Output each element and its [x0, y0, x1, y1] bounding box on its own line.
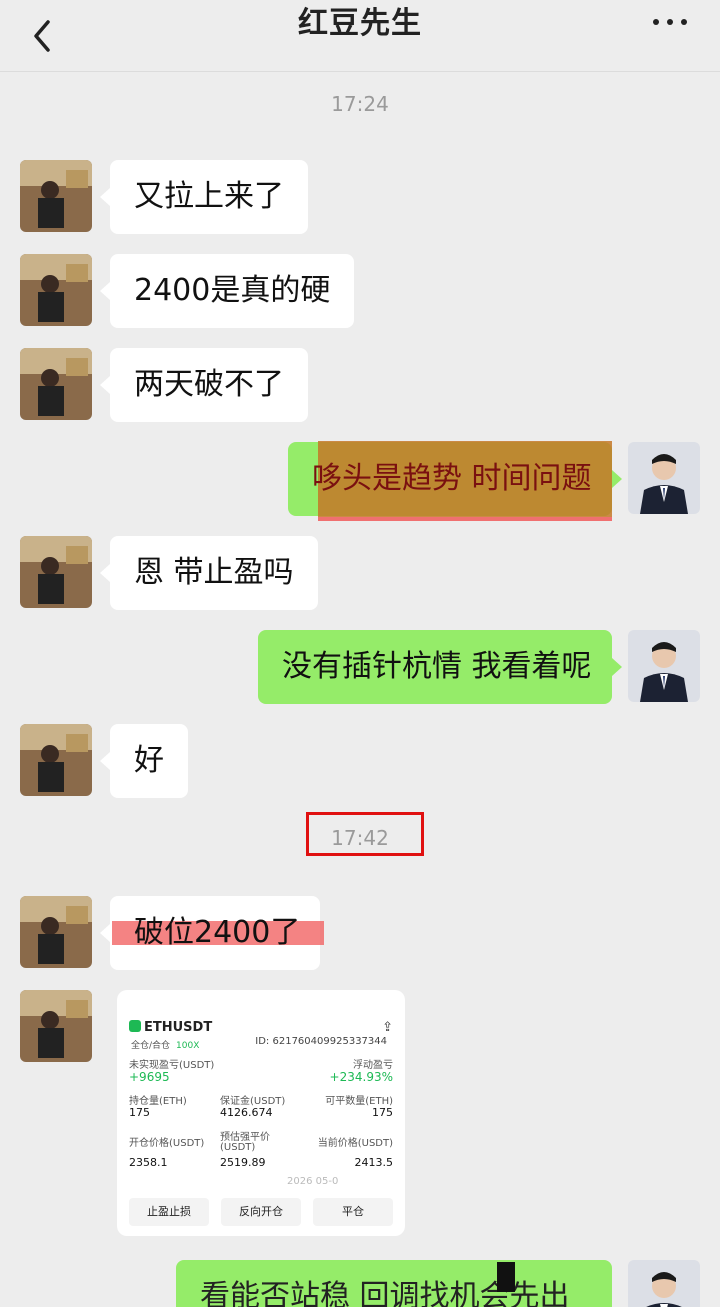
roe-value: +234.93% [329, 1070, 393, 1084]
open-price-value: 2358.1 [129, 1156, 168, 1169]
position-value: 175 [129, 1106, 150, 1119]
coin-icon [129, 1020, 141, 1032]
chat-header: 红豆先生 [0, 0, 720, 72]
user-avatar[interactable] [628, 1260, 700, 1307]
close-position-button[interactable]: 平仓 [313, 1198, 393, 1226]
trade-screenshot-card[interactable]: ETHUSDT ⇪ 全仓/合仓 100X ID: 6217604099253373… [117, 990, 405, 1236]
message-bubble-sent[interactable]: 没有插针杭情 我看着呢 [258, 630, 622, 704]
current-price-label: 当前价格(USDT) [317, 1138, 393, 1149]
margin-mode: 全仓/合仓 100X [131, 1041, 200, 1051]
unrealized-value: +9695 [129, 1070, 170, 1084]
message-bubble[interactable]: 两天破不了 [100, 348, 308, 422]
share-icon: ⇪ [382, 1020, 393, 1035]
closable-label: 可平数量(ETH) [325, 1096, 393, 1107]
reverse-open-button[interactable]: 反向开仓 [221, 1198, 301, 1226]
contact-avatar[interactable] [20, 348, 92, 420]
message-bubble[interactable]: 2400是真的硬 [99, 254, 355, 328]
user-avatar[interactable] [628, 442, 700, 514]
contact-avatar[interactable] [20, 536, 92, 608]
take-profit-stop-loss-button[interactable]: 止盈止损 [129, 1198, 209, 1226]
chat-title: 红豆先生 [298, 6, 422, 41]
liq-price-unit: (USDT) [220, 1142, 256, 1153]
message-text: 破位2400了 [134, 915, 301, 950]
message-text-sent: 哆头是趋势 时间问题 [312, 461, 592, 496]
liq-price-label: 预估强平价 [220, 1132, 270, 1143]
contact-avatar[interactable] [20, 254, 92, 326]
open-price-label: 开仓价格(USDT) [129, 1138, 205, 1149]
unrealized-label: 未实现盈亏(USDT) [129, 1060, 215, 1071]
roe-label: 浮动盈亏 [353, 1060, 393, 1071]
closable-value: 175 [372, 1106, 393, 1119]
message-bubble[interactable]: 又拉上来了 [100, 160, 308, 234]
card-timestamp: 2026 05-0 [287, 1176, 339, 1187]
message-bubble[interactable]: 好 [100, 724, 188, 798]
contact-avatar[interactable] [20, 896, 92, 968]
more-options-icon[interactable] [650, 16, 690, 56]
symbol-label: ETHUSDT [129, 1020, 212, 1035]
current-price-value: 2413.5 [354, 1156, 394, 1169]
margin-label: 保证金(USDT) [220, 1096, 286, 1107]
redaction-mark [497, 1262, 515, 1292]
timestamp: 17:42 [331, 826, 389, 850]
margin-value: 4126.674 [220, 1106, 273, 1119]
message-bubble[interactable]: 恩 带止盈吗 [100, 536, 318, 610]
timestamp: 17:24 [331, 92, 389, 116]
contact-avatar[interactable] [20, 990, 92, 1062]
liq-price-value: 2519.89 [220, 1156, 266, 1169]
user-avatar[interactable] [628, 630, 700, 702]
contact-avatar[interactable] [20, 724, 92, 796]
contact-avatar[interactable] [20, 160, 92, 232]
order-id: ID: 621760409925337344 [255, 1036, 387, 1047]
message-bubble-sent[interactable]: 看能否站稳 回调找机会先出 [176, 1260, 612, 1307]
position-label: 持仓量(ETH) [129, 1096, 187, 1107]
